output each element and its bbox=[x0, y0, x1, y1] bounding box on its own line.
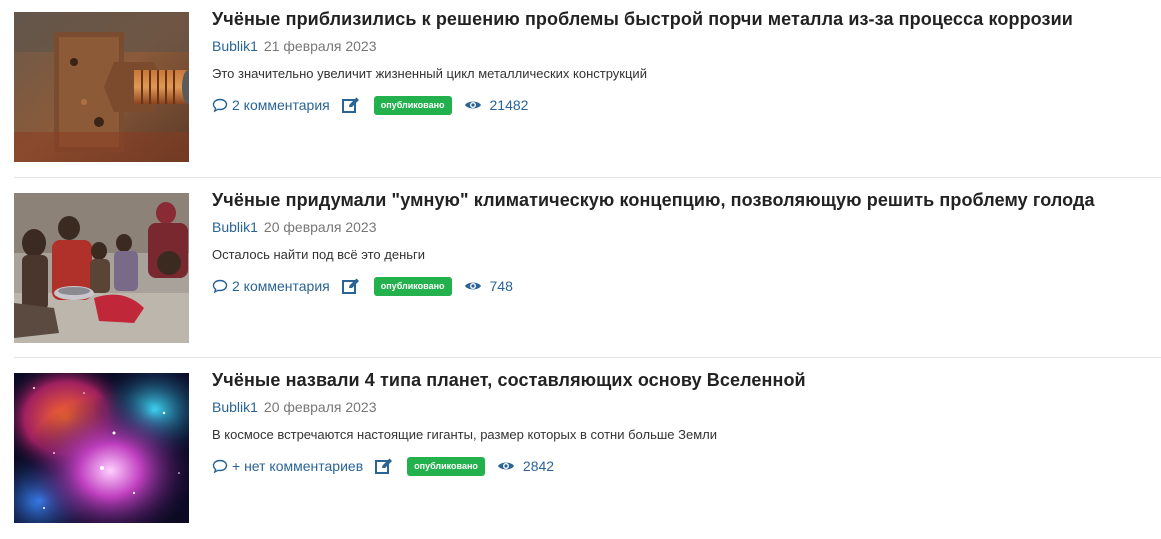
views-counter: 2842 bbox=[497, 458, 554, 474]
article-thumbnail[interactable] bbox=[14, 373, 189, 523]
article-item: Учёные придумали "умную" климатическую к… bbox=[0, 190, 1161, 359]
comments-link[interactable]: + нет комментариев bbox=[212, 458, 363, 474]
status-badge: опубликовано bbox=[407, 456, 485, 476]
author-link[interactable]: Bublik1 bbox=[212, 219, 258, 235]
views-count: 21482 bbox=[489, 97, 529, 113]
edit-button[interactable] bbox=[375, 458, 393, 474]
status-badge: опубликовано bbox=[373, 276, 452, 296]
edit-button[interactable] bbox=[341, 278, 360, 294]
article-thumbnail[interactable] bbox=[14, 193, 189, 343]
article-thumbnail[interactable] bbox=[14, 12, 189, 162]
divider bbox=[14, 177, 1161, 178]
eye-icon bbox=[497, 462, 514, 470]
author-link[interactable]: Bublik1 bbox=[212, 399, 258, 415]
divider bbox=[14, 357, 1161, 358]
edit-button[interactable] bbox=[341, 97, 360, 113]
article-actions: + нет комментариев опубликовано 2842 bbox=[212, 455, 554, 477]
comments-count: + нет комментариев bbox=[232, 458, 364, 474]
comments-count: 2 комментария bbox=[232, 97, 330, 113]
article-meta: Bublik1 21 февраля 2023 bbox=[212, 38, 376, 54]
article-date: 20 февраля 2023 bbox=[263, 219, 377, 235]
article-title[interactable]: Учёные придумали "умную" климатическую к… bbox=[212, 190, 1095, 211]
views-count: 2842 bbox=[522, 458, 555, 474]
comments-link[interactable]: 2 комментария bbox=[212, 278, 330, 294]
views-count: 748 bbox=[489, 278, 513, 294]
article-item: Учёные назвали 4 типа планет, составляющ… bbox=[0, 370, 1161, 539]
author-link[interactable]: Bublik1 bbox=[212, 38, 258, 54]
comment-icon bbox=[212, 98, 228, 112]
article-actions: 2 комментария опубликовано 748 bbox=[212, 275, 513, 297]
article-date: 20 февраля 2023 bbox=[263, 399, 377, 415]
article-actions: 2 комментария опубликовано 21482 bbox=[212, 94, 528, 116]
views-counter: 748 bbox=[464, 278, 513, 294]
edit-icon bbox=[341, 97, 359, 113]
article-meta: Bublik1 20 февраля 2023 bbox=[212, 399, 376, 415]
article-title[interactable]: Учёные приблизились к решению проблемы б… bbox=[212, 9, 1073, 30]
comment-icon bbox=[212, 279, 228, 293]
eye-icon bbox=[464, 282, 481, 290]
comments-link[interactable]: 2 комментария bbox=[212, 97, 330, 113]
views-counter: 21482 bbox=[464, 97, 529, 113]
edit-icon bbox=[341, 278, 359, 294]
edit-icon bbox=[375, 458, 393, 474]
comment-icon bbox=[212, 459, 228, 473]
article-title[interactable]: Учёные назвали 4 типа планет, составляющ… bbox=[212, 370, 806, 391]
comments-count: 2 комментария bbox=[232, 278, 330, 294]
article-excerpt: Это значительно увеличит жизненный цикл … bbox=[212, 66, 647, 81]
eye-icon bbox=[464, 101, 481, 109]
status-badge: опубликовано bbox=[373, 95, 452, 115]
article-item: Учёные приблизились к решению проблемы б… bbox=[0, 9, 1161, 178]
article-excerpt: В космосе встречаются настоящие гиганты,… bbox=[212, 427, 717, 442]
article-meta: Bublik1 20 февраля 2023 bbox=[212, 219, 376, 235]
article-excerpt: Осталось найти под всё это деньги bbox=[212, 247, 426, 262]
article-date: 21 февраля 2023 bbox=[263, 38, 377, 54]
